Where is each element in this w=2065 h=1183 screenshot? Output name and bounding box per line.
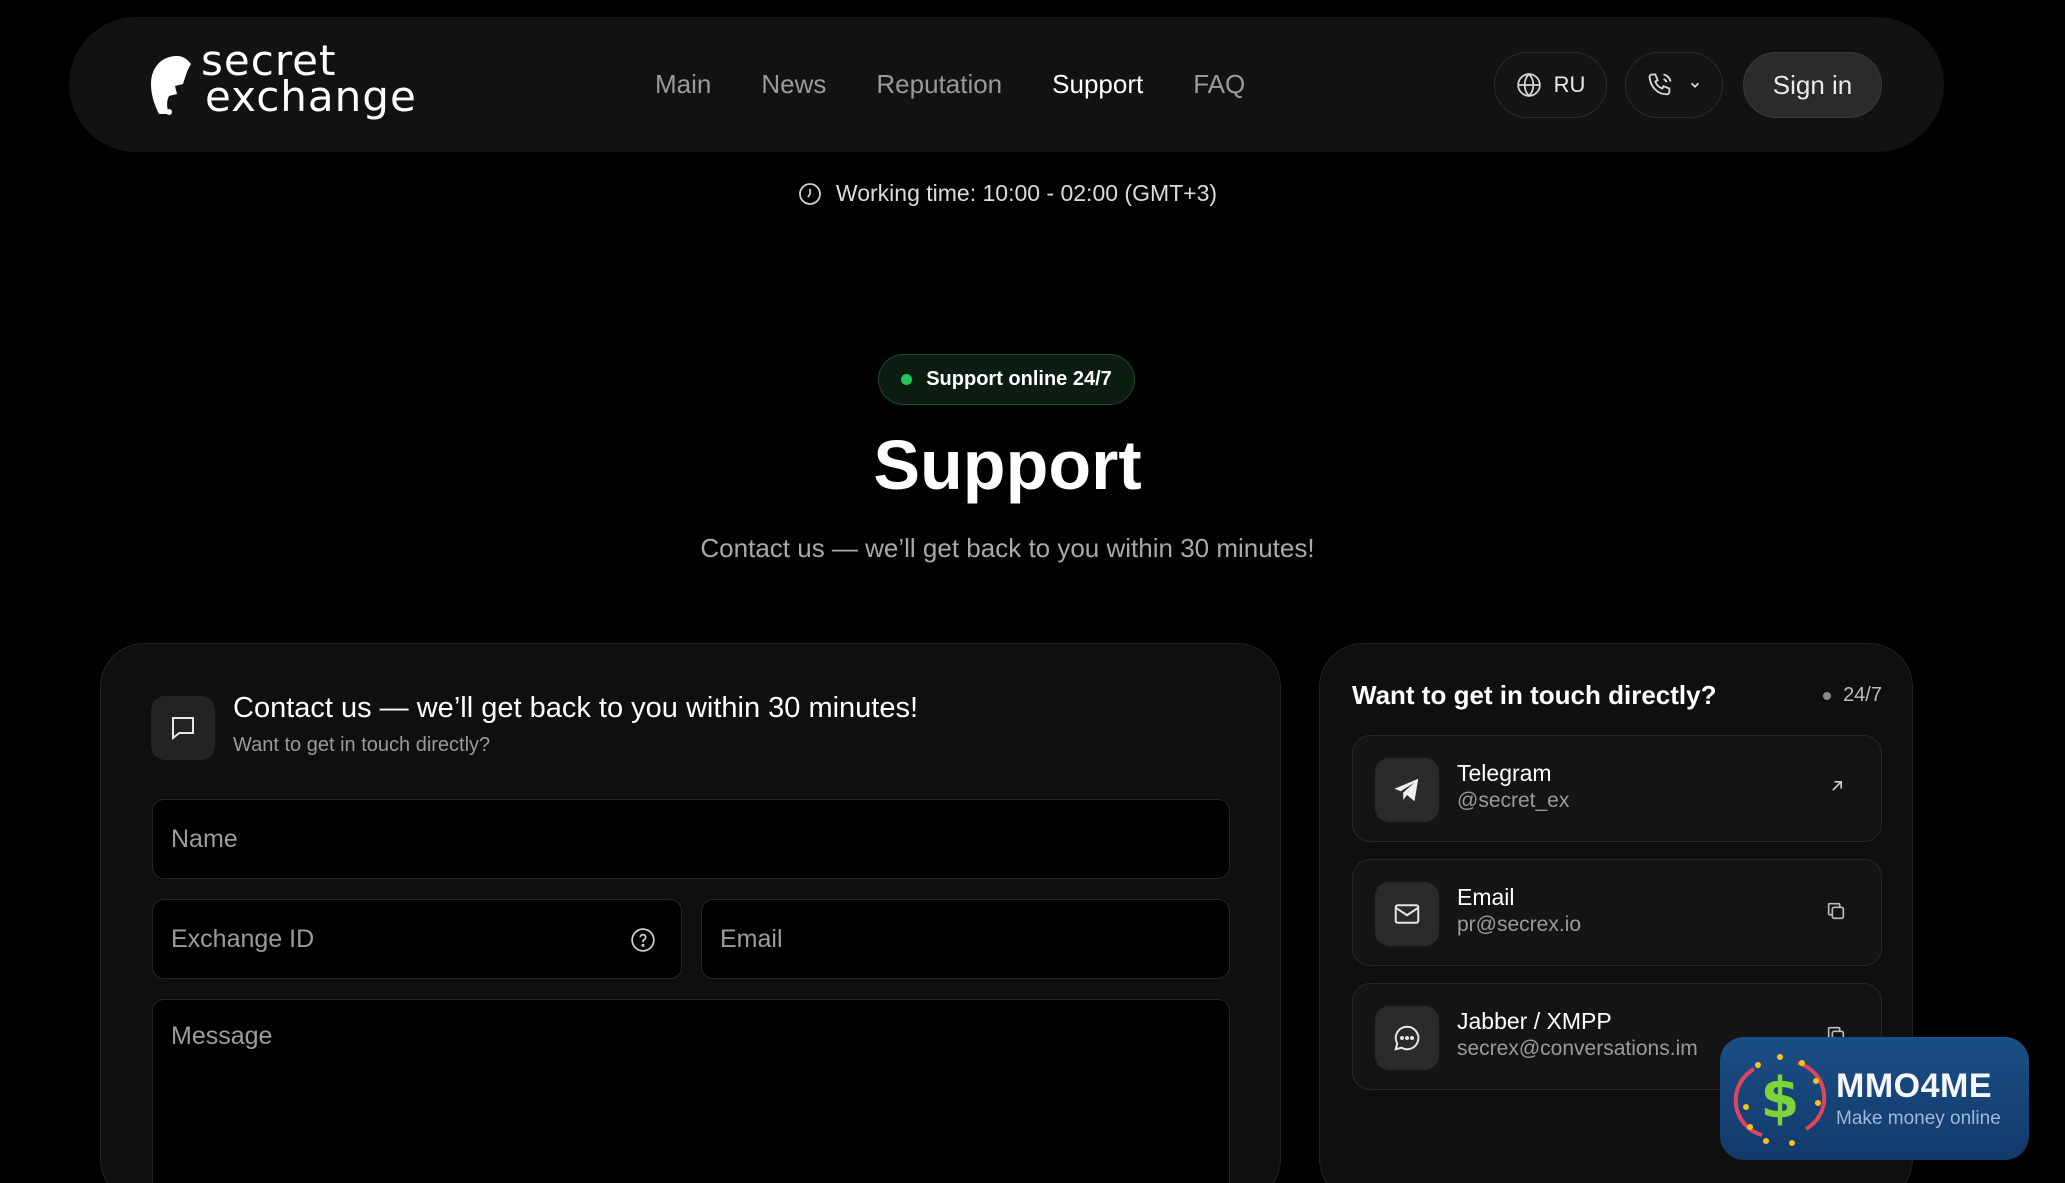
- online-status-dot: [901, 374, 913, 385]
- direct-contacts-title: Want to get in touch directly?: [1352, 680, 1717, 710]
- exchange-id-field[interactable]: [152, 899, 682, 979]
- dollar-stars-logo-icon: $: [1733, 1053, 1827, 1146]
- contact-title: Jabber / XMPP: [1457, 1008, 1612, 1034]
- page-title: Support: [873, 426, 1142, 504]
- contact-value: @secret_ex: [1457, 789, 1570, 812]
- support-online-text: Support online 24/7: [926, 368, 1112, 390]
- contact-value: pr@secrex.io: [1457, 913, 1582, 936]
- watermark-title: MMO4ME: [1836, 1067, 1992, 1105]
- page-subtitle: Contact us — we’ll get back to you withi…: [700, 533, 1315, 563]
- contact-title: Telegram: [1457, 760, 1552, 786]
- chevron-down-icon: [1690, 82, 1700, 88]
- availability-text: 24/7: [1843, 684, 1882, 706]
- form-title: Contact us — we’ll get back to you withi…: [233, 692, 919, 724]
- availability-dot: [1823, 691, 1832, 700]
- watermark-subtitle: Make money online: [1836, 1108, 2001, 1129]
- copy-icon[interactable]: [1825, 900, 1847, 922]
- working-time: Working time: 10:00 - 02:00 (GMT+3): [0, 180, 2015, 207]
- language-code: RU: [1553, 72, 1586, 97]
- svg-text:$: $: [1761, 1066, 1800, 1131]
- chat-bubble-icon: [1375, 1006, 1439, 1070]
- sign-in-button[interactable]: Sign in: [1743, 52, 1882, 118]
- message-field[interactable]: [152, 999, 1230, 1183]
- nav-reputation[interactable]: Reputation: [876, 69, 1002, 100]
- contact-email[interactable]: Email pr@secrex.io: [1352, 859, 1882, 966]
- contact-title: Email: [1457, 884, 1515, 910]
- nav-faq[interactable]: FAQ: [1193, 69, 1245, 100]
- top-navbar: secret exchange Main News Reputation Sup…: [69, 17, 1944, 152]
- email-field[interactable]: [701, 899, 1230, 979]
- mail-icon: [1375, 882, 1439, 946]
- name-field[interactable]: [152, 799, 1230, 879]
- help-circle-icon[interactable]: [630, 927, 656, 953]
- message-square-icon: [151, 696, 215, 760]
- nav-support[interactable]: Support: [1052, 69, 1143, 100]
- globe-icon: [1516, 72, 1541, 98]
- nav-main[interactable]: Main: [655, 69, 711, 100]
- phone-menu-button[interactable]: [1625, 52, 1723, 118]
- brand-name-line2: exchange: [205, 72, 417, 121]
- main-nav: Main News Reputation Support FAQ: [655, 17, 1295, 152]
- telegram-icon: [1375, 758, 1439, 822]
- nav-news[interactable]: News: [761, 69, 826, 100]
- mmo4me-watermark: $ MMO4ME Make money online: [1720, 1037, 2029, 1160]
- external-link-icon[interactable]: [1827, 776, 1847, 796]
- support-online-badge: Support online 24/7: [878, 354, 1135, 405]
- phone-icon: [1648, 73, 1672, 96]
- contact-telegram[interactable]: Telegram @secret_ex: [1352, 735, 1882, 842]
- hooded-figure-icon: [151, 56, 191, 115]
- clock-icon: [799, 182, 821, 205]
- brand-logo[interactable]: secret exchange: [147, 40, 447, 121]
- contact-value: secrex@conversations.im: [1457, 1037, 1698, 1060]
- contact-form-card: Contact us — we’ll get back to you withi…: [100, 643, 1281, 1183]
- brand-name: secret exchange: [201, 40, 417, 121]
- form-subtitle: Want to get in touch directly?: [233, 734, 491, 756]
- working-time-text: Working time: 10:00 - 02:00 (GMT+3): [835, 180, 1218, 206]
- availability-badge: 24/7: [1823, 684, 1882, 707]
- language-selector[interactable]: RU: [1494, 52, 1607, 118]
